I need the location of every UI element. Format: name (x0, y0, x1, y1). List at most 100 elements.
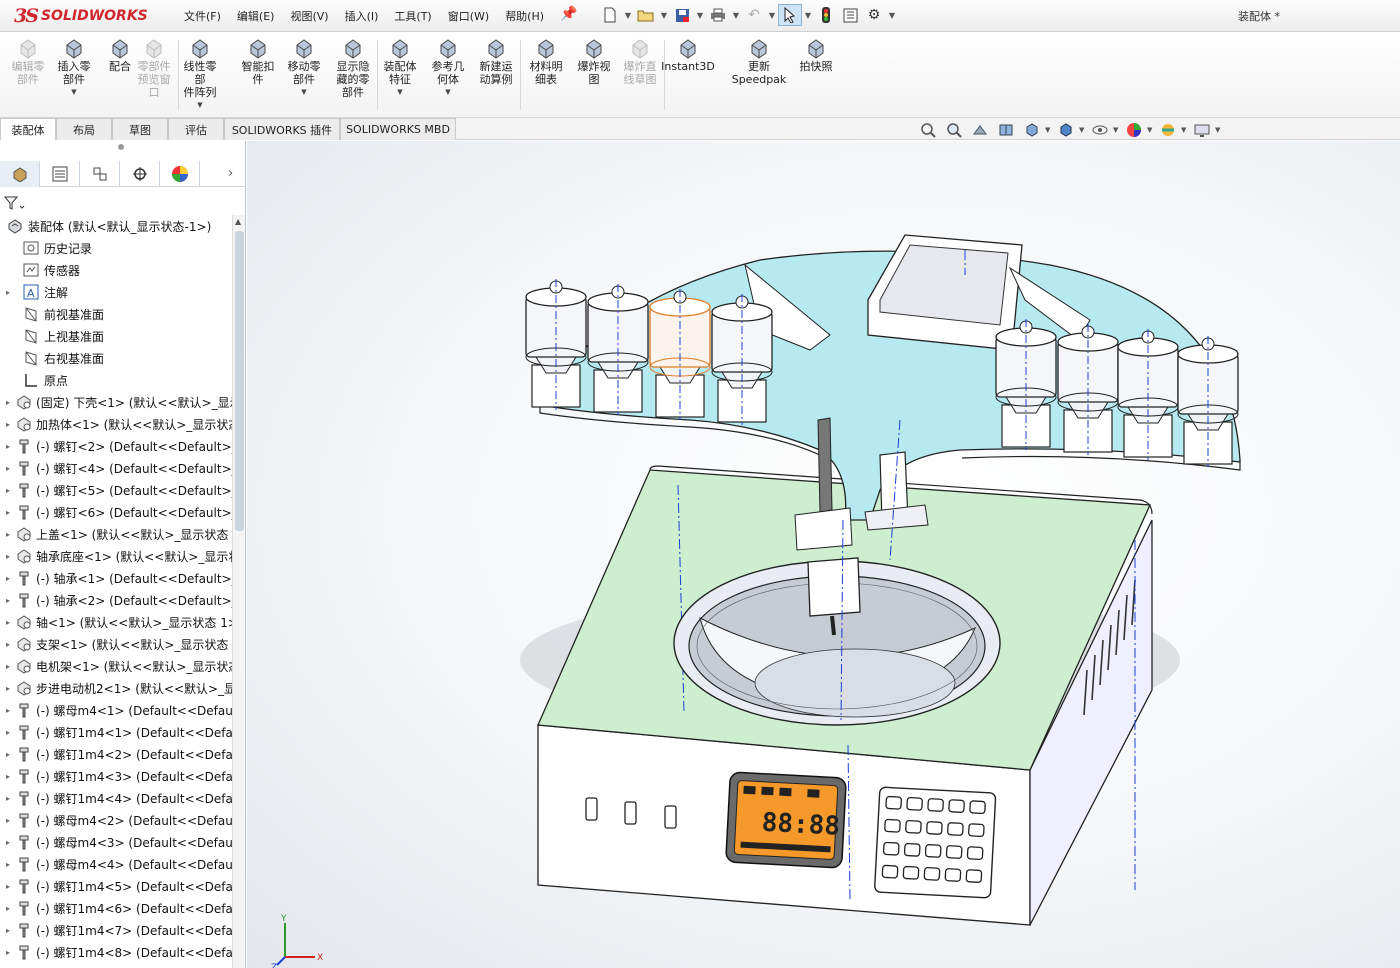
ribbon-button-instant3d[interactable]: Instant3D (661, 36, 715, 114)
tree-node[interactable]: ▸ (-) 螺钉<2> (Default<<Default>_Display St… (0, 435, 232, 457)
more-tabs-chevron-icon[interactable]: › (228, 166, 233, 181)
section-view-icon[interactable] (993, 120, 1019, 140)
expand-arrow-icon[interactable]: ▸ (6, 706, 10, 715)
tree-node[interactable]: 传感器 (0, 259, 232, 281)
expand-arrow-icon[interactable]: ▸ (6, 420, 10, 429)
keypad-key[interactable] (906, 796, 923, 811)
scrollbar-thumb[interactable] (235, 231, 244, 531)
display-style-icon[interactable] (1053, 120, 1079, 140)
tree-node[interactable]: ▸ (-) 螺母m4<2> (Default<<Default>_Display … (0, 809, 232, 831)
keypad-key[interactable] (945, 845, 963, 859)
expand-arrow-icon[interactable]: ▸ (6, 684, 10, 693)
ribbon-button-smart-fasteners[interactable]: 智能扣 件 (238, 36, 278, 114)
hopper-canister[interactable] (1177, 336, 1239, 467)
hopper-canister[interactable] (711, 294, 773, 425)
tree-node[interactable]: ▸ (-) 螺钉<5> (Default<<Default>_Display St… (0, 479, 232, 501)
hide-show-items-icon[interactable] (1087, 120, 1113, 140)
tree-node[interactable]: ▸ 加热体<1> (默认<<默认>_显示状态 1>) (0, 413, 232, 435)
tab-evaluate[interactable]: 评估 (168, 118, 224, 140)
tree-node[interactable]: ▸ 轴<1> (默认<<默认>_显示状态 1>) (0, 611, 232, 633)
menu-file[interactable]: 文件(F) (176, 8, 229, 24)
undo-dropdown-icon[interactable]: ▼ (766, 11, 778, 20)
expand-arrow-icon[interactable]: ▸ (6, 860, 10, 869)
tree-node[interactable]: ▸ (-) 螺母m4<4> (Default<<Default>_Display … (0, 853, 232, 875)
keypad[interactable] (874, 786, 997, 899)
keypad-key[interactable] (968, 823, 985, 838)
ribbon-button-bom[interactable]: 材料明 细表 (526, 36, 566, 114)
tree-node[interactable]: ▸ (-) 螺钉1m4<2> (Default<<Default>_Display… (0, 743, 232, 765)
open-icon[interactable] (634, 4, 658, 26)
select-pointer-icon[interactable] (778, 4, 802, 26)
tree-node[interactable]: 历史记录 (0, 237, 232, 259)
view-settings-dropdown-icon[interactable]: ▼ (1215, 126, 1223, 134)
tree-node[interactable]: ▸ (-) 螺钉1m4<8> (Default<<Default>_Display… (0, 941, 232, 963)
edit-appearance-icon[interactable] (1121, 120, 1147, 140)
expand-arrow-icon[interactable]: ▸ (6, 552, 10, 561)
tree-node[interactable]: 原点 (0, 369, 232, 391)
keypad-key[interactable] (965, 869, 983, 883)
open-dropdown-icon[interactable]: ▼ (658, 11, 670, 20)
configurationmanager-tab-icon[interactable] (80, 161, 120, 187)
expand-arrow-icon[interactable]: ▸ (6, 794, 10, 803)
expand-arrow-icon[interactable]: ▸ (6, 530, 10, 539)
keypad-key[interactable] (905, 819, 922, 834)
view-settings-icon[interactable] (1189, 120, 1215, 140)
print-icon[interactable] (706, 4, 730, 26)
ribbon-button-linear-pattern[interactable]: 线性零部 件阵列 ▼ (180, 36, 220, 114)
tree-node[interactable]: 上视基准面 (0, 325, 232, 347)
hopper-canister[interactable] (1057, 324, 1119, 455)
new-document-icon[interactable] (598, 4, 622, 26)
tree-node[interactable]: ▸ (-) 螺母m4<3> (Default<<Default>_Display … (0, 831, 232, 853)
tab-layout[interactable]: 布局 (56, 118, 112, 140)
keypad-key[interactable] (948, 799, 965, 813)
tree-node[interactable]: ▸ (-) 螺钉1m4<3> (Default<<Default>_Display… (0, 765, 232, 787)
expand-arrow-icon[interactable]: ▸ (6, 926, 10, 935)
assembly-model[interactable]: 88:88 (247, 141, 1400, 968)
tree-node[interactable]: ▸ (-) 轴承<1> (Default<<Default>_Display St… (0, 567, 232, 589)
tree-node[interactable]: ▸ 轴承底座<1> (默认<<默认>_显示状态 1>) (0, 545, 232, 567)
scene-dropdown-icon[interactable]: ▼ (1181, 126, 1189, 134)
save-dropdown-icon[interactable]: ▼ (694, 11, 706, 20)
tree-root[interactable]: 装配体 (默认<默认_显示状态-1>) (0, 215, 232, 237)
expand-arrow-icon[interactable]: ▸ (6, 596, 10, 605)
ribbon-button-snapshot[interactable]: 拍快照 (796, 36, 836, 114)
keypad-key[interactable] (923, 867, 941, 881)
ribbon-button-insert-component[interactable]: 插入零 部件 ▼ (54, 36, 94, 114)
expand-arrow-icon[interactable]: ▸ (6, 288, 16, 297)
keypad-key[interactable] (903, 842, 921, 857)
save-icon[interactable] (670, 4, 694, 26)
tree-node[interactable]: ▸ (-) 螺钉1m4<1> (Default<<Default>_Display… (0, 721, 232, 743)
keypad-key[interactable] (927, 798, 944, 812)
select-dropdown-icon[interactable]: ▼ (802, 11, 814, 20)
displaymanager-tab-icon[interactable] (160, 161, 200, 187)
tree-node[interactable]: ▸ (-) 螺母m4<1> (Default<<Default>_Display … (0, 699, 232, 721)
keypad-key[interactable] (969, 800, 986, 815)
ribbon-dropdown-icon[interactable]: ▼ (71, 88, 76, 96)
expand-arrow-icon[interactable]: ▸ (6, 398, 10, 407)
hopper-canister[interactable] (1117, 329, 1179, 460)
ribbon-button-edit-component[interactable]: 编辑零 部件 (8, 36, 48, 114)
zoom-to-area-icon[interactable] (941, 120, 967, 140)
tree-node[interactable]: ▸ (-) 螺钉1m4<6> (Default<<Default>_Display… (0, 897, 232, 919)
menu-edit[interactable]: 编辑(E) (229, 8, 283, 24)
keypad-key[interactable] (924, 844, 942, 858)
ribbon-button-assembly-features[interactable]: 装配体 特征 ▼ (380, 36, 420, 114)
keypad-key[interactable] (881, 864, 899, 879)
menu-view[interactable]: 视图(V) (282, 8, 336, 24)
tree-node[interactable]: ▸ (-) 螺钉1m4<4> (Default<<Default>_Display… (0, 787, 232, 809)
zoom-to-fit-icon[interactable] (915, 120, 941, 140)
tree-node[interactable]: ▸ 电机架<1> (默认<<默认>_显示状态 1>) (0, 655, 232, 677)
menu-window[interactable]: 窗口(W) (440, 8, 497, 24)
expand-arrow-icon[interactable]: ▸ (6, 640, 10, 649)
graphics-area[interactable]: 88:88 Y X Z (247, 141, 1400, 968)
display-style-dropdown-icon[interactable]: ▼ (1079, 126, 1087, 134)
dimxpertmanager-tab-icon[interactable] (120, 161, 160, 187)
apply-scene-icon[interactable] (1155, 120, 1181, 140)
ribbon-button-exploded-view[interactable]: 爆炸视 图 (574, 36, 614, 114)
tree-node[interactable]: ▸ (-) 轴承<2> (Default<<Default>_Display St… (0, 589, 232, 611)
keypad-key[interactable] (944, 868, 962, 882)
undo-icon[interactable]: ↶ (742, 4, 766, 26)
ribbon-button-reference-geometry[interactable]: 参考几 何体 ▼ (428, 36, 468, 114)
tree-node[interactable]: 右视基准面 (0, 347, 232, 369)
keypad-key[interactable] (947, 822, 964, 836)
